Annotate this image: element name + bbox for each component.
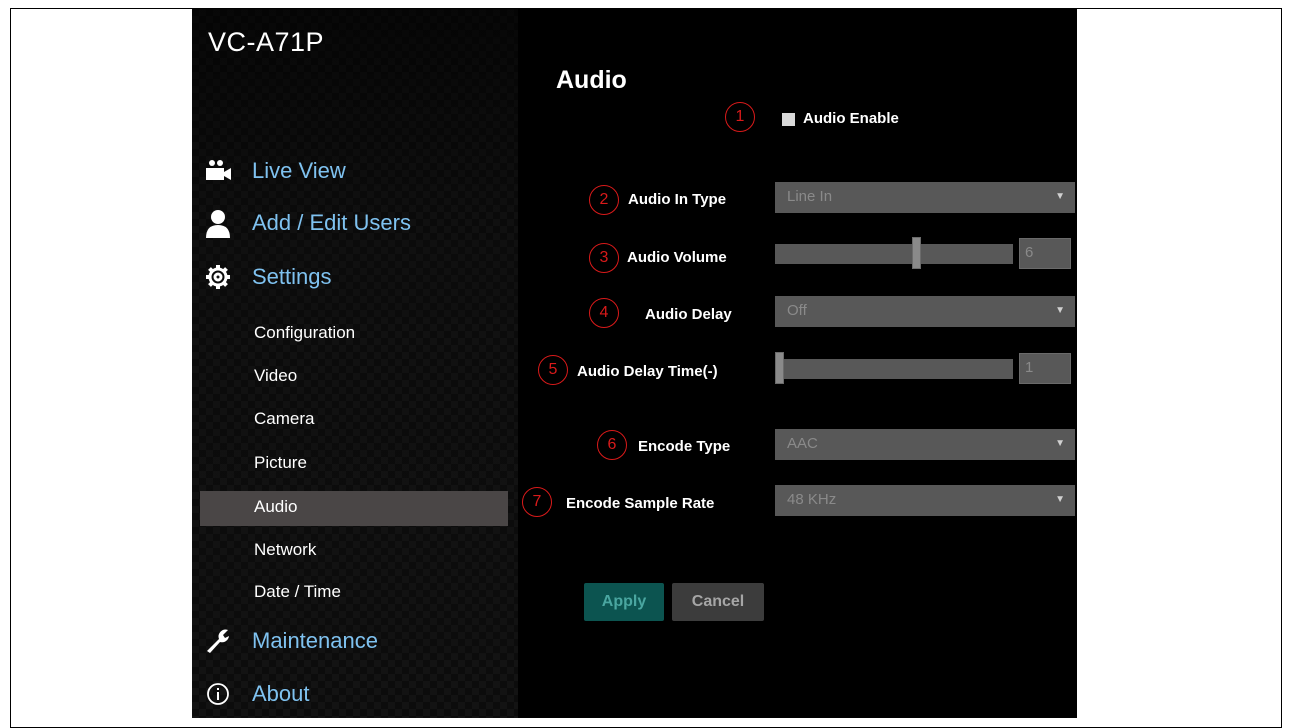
encode-type-label: Encode Type [638,438,731,455]
nav-label: Live View [252,158,346,183]
audio-delay-time-slider[interactable] [775,352,1013,384]
camera-web-ui: VC-A71P Live View Add / Edit Users Setti… [192,9,1077,718]
dropdown-arrow-icon: ▼ [1055,438,1065,449]
user-icon [202,207,234,239]
sidebar [192,9,518,718]
marker-1: 1 [725,102,755,132]
video-camera-icon [202,155,234,187]
nav-about[interactable]: About [202,678,310,710]
audio-volume-slider[interactable] [775,237,1013,269]
audio-delay-label: Audio Delay [645,306,732,323]
apply-button[interactable]: Apply [584,583,664,621]
select-value: 48 KHz [787,491,837,508]
nav-sub-camera[interactable]: Camera [254,409,314,429]
select-value: Off [787,302,807,319]
audio-enable-label: Audio Enable [803,110,899,127]
cancel-button[interactable]: Cancel [672,583,764,621]
wrench-icon [202,625,234,657]
marker-2: 2 [589,185,619,215]
select-value: Line In [787,188,833,205]
dropdown-arrow-icon: ▼ [1055,305,1065,316]
audio-delay-time-label: Audio Delay Time(-) [577,363,718,380]
gear-icon [202,261,234,293]
audio-enable-checkbox[interactable] [782,113,795,126]
nav-sub-audio[interactable]: Audio [254,497,297,517]
audio-delay-select[interactable]: Off ▼ [775,296,1075,327]
encode-sample-rate-label: Encode Sample Rate [566,495,715,512]
nav-label: Maintenance [252,628,378,653]
dropdown-arrow-icon: ▼ [1055,191,1065,202]
nav-label: Settings [252,264,332,289]
audio-in-type-label: Audio In Type [628,191,727,208]
active-nav-highlight [200,491,508,526]
slider-handle[interactable] [912,237,921,269]
page-title: Audio [556,66,627,94]
nav-sub-picture[interactable]: Picture [254,453,307,473]
slider-handle[interactable] [775,352,784,384]
nav-sub-network[interactable]: Network [254,540,316,560]
nav-label: About [252,681,310,706]
nav-add-edit-users[interactable]: Add / Edit Users [202,207,411,239]
dropdown-arrow-icon: ▼ [1055,494,1065,505]
nav-label: Add / Edit Users [252,210,411,235]
brand-title: VC-A71P [208,27,325,57]
nav-sub-video[interactable]: Video [254,366,297,386]
select-value: AAC [787,435,818,452]
info-icon [202,678,234,710]
nav-settings[interactable]: Settings [202,261,332,293]
marker-6: 6 [597,430,627,460]
audio-volume-label: Audio Volume [627,249,727,266]
nav-sub-date-time[interactable]: Date / Time [254,582,341,602]
encode-sample-rate-select[interactable]: 48 KHz ▼ [775,485,1075,516]
audio-in-type-select[interactable]: Line In ▼ [775,182,1075,213]
nav-maintenance[interactable]: Maintenance [202,625,378,657]
encode-type-select[interactable]: AAC ▼ [775,429,1075,460]
audio-delay-time-value[interactable]: 1 [1019,353,1071,384]
marker-5: 5 [538,355,568,385]
marker-3: 3 [589,243,619,273]
audio-volume-value[interactable]: 6 [1019,238,1071,269]
nav-sub-configuration[interactable]: Configuration [254,323,355,343]
marker-4: 4 [589,298,619,328]
marker-7: 7 [522,487,552,517]
nav-live-view[interactable]: Live View [202,155,346,187]
